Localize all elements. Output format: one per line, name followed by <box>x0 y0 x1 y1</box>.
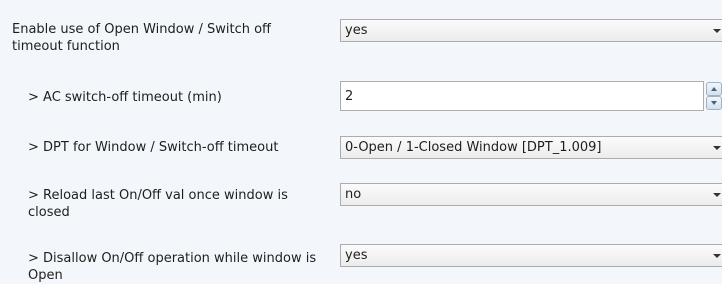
spin-up-icon <box>711 87 717 91</box>
input-value: 2 <box>345 89 354 104</box>
reload-last-onoff-select[interactable]: no <box>340 183 722 206</box>
reload-last-onoff-label: > Reload last On/Off val once window is … <box>28 188 288 220</box>
enable-open-window-label: Enable use of Open Window / Switch off t… <box>12 22 271 54</box>
chevron-down-icon[interactable] <box>713 29 721 33</box>
ac-switch-off-timeout-stepper[interactable] <box>706 81 722 111</box>
chevron-down-icon[interactable] <box>713 146 721 150</box>
select-value: yes <box>345 248 368 263</box>
ac-switch-off-timeout-label: > AC switch-off timeout (min) <box>28 90 222 105</box>
chevron-down-icon[interactable] <box>713 254 721 258</box>
select-value: no <box>345 187 362 202</box>
disallow-onoff-select[interactable]: yes <box>340 244 722 267</box>
spin-down-button[interactable] <box>706 96 722 110</box>
select-value: yes <box>345 23 368 38</box>
disallow-onoff-label: > Disallow On/Off operation while window… <box>28 251 317 283</box>
spin-down-icon <box>711 101 717 105</box>
enable-open-window-select[interactable]: yes <box>340 19 722 42</box>
chevron-down-icon[interactable] <box>713 193 721 197</box>
select-value: 0-Open / 1-Closed Window [DPT_1.009] <box>345 140 602 155</box>
dpt-window-timeout-label: > DPT for Window / Switch-off timeout <box>28 140 279 155</box>
dpt-window-timeout-select[interactable]: 0-Open / 1-Closed Window [DPT_1.009] <box>340 136 722 159</box>
ac-switch-off-timeout-input[interactable]: 2 <box>340 81 704 111</box>
spin-up-button[interactable] <box>706 82 722 96</box>
